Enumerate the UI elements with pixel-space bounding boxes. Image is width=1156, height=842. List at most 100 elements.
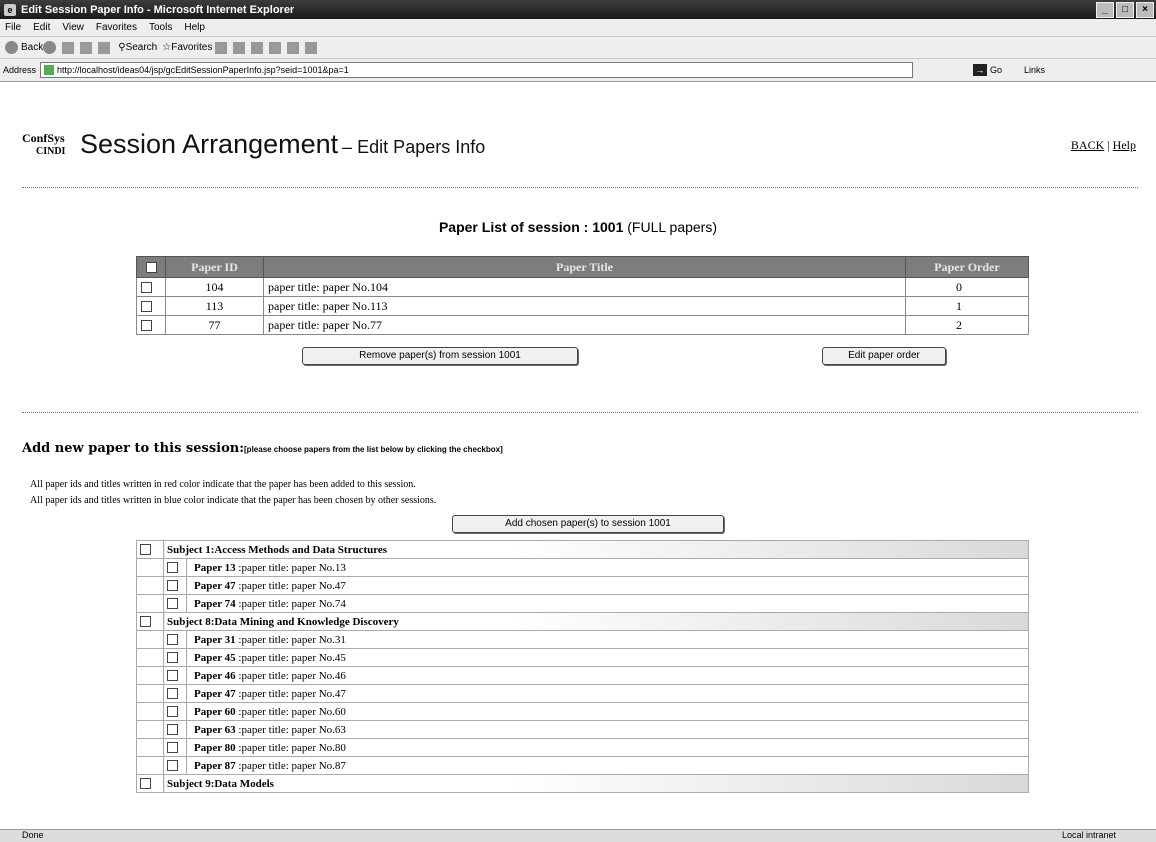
remove-papers-button[interactable]: Remove paper(s) from session 1001 xyxy=(302,347,578,365)
subject-label: Subject 1:Access Methods and Data Struct… xyxy=(167,543,388,556)
help-link[interactable]: Help xyxy=(1113,138,1136,152)
paper-title: :paper title: paper No.74 xyxy=(238,597,346,610)
menu-favorites[interactable]: Favorites xyxy=(96,22,137,33)
paper-row: Paper 80 :paper title: paper No.80 xyxy=(136,738,1029,757)
maximize-button[interactable]: □ xyxy=(1116,2,1134,18)
session-paper-table: Paper ID Paper Title Paper Order 104 pap… xyxy=(136,256,1029,335)
star-icon: ☆ xyxy=(162,42,172,53)
add-paper-note: [please choose papers from the list belo… xyxy=(244,445,503,454)
paper-checkbox[interactable] xyxy=(167,580,178,592)
subject-label: Subject 9:Data Models xyxy=(167,777,274,790)
subject-label: Subject 8:Data Mining and Knowledge Disc… xyxy=(167,615,399,628)
edit-icon[interactable] xyxy=(269,41,282,54)
paper-title: :paper title: paper No.45 xyxy=(238,651,346,664)
paper-title-cell: paper title: paper No.104 xyxy=(263,277,906,297)
address-bar: Address http://localhost/ideas04/jsp/gcE… xyxy=(0,59,1156,82)
select-all-checkbox[interactable] xyxy=(145,262,157,274)
menu-tools[interactable]: Tools xyxy=(149,22,172,33)
legend-blue: All paper ids and titles written in blue… xyxy=(30,495,437,506)
forward-arrow-icon[interactable] xyxy=(43,41,57,54)
paper-row: Paper 74 :paper title: paper No.74 xyxy=(136,594,1029,613)
paper-checkbox[interactable] xyxy=(167,724,178,736)
minimize-button[interactable]: _ xyxy=(1096,2,1114,18)
refresh-icon[interactable] xyxy=(80,41,93,54)
paper-checkbox[interactable] xyxy=(167,598,178,610)
discuss-icon[interactable] xyxy=(287,41,300,54)
row-checkbox[interactable] xyxy=(141,320,152,332)
menu-help[interactable]: Help xyxy=(184,22,205,33)
paper-number: Paper 87 xyxy=(194,759,236,772)
go-arrow-icon: → xyxy=(973,64,988,76)
links-button[interactable]: Links xyxy=(1024,65,1045,75)
menu-bar: File Edit View Favorites Tools Help xyxy=(0,19,1156,37)
paper-row: Paper 46 :paper title: paper No.46 xyxy=(136,666,1029,685)
search-button[interactable]: ⚲ Search xyxy=(118,42,157,53)
confsys-logo: ConfSys CINDI xyxy=(22,131,66,158)
back-link[interactable]: BACK xyxy=(1071,138,1104,152)
paper-checkbox[interactable] xyxy=(167,562,178,574)
address-input[interactable]: http://localhost/ideas04/jsp/gcEditSessi… xyxy=(40,62,914,78)
subject-row: Subject 9:Data Models xyxy=(136,774,1029,793)
col-paper-id[interactable]: Paper ID xyxy=(165,256,264,278)
edit-paper-order-button[interactable]: Edit paper order xyxy=(822,347,946,365)
table-header: Paper ID Paper Title Paper Order xyxy=(136,256,1029,278)
menu-view[interactable]: View xyxy=(62,22,84,33)
paper-number: Paper 13 xyxy=(194,561,236,574)
paper-checkbox[interactable] xyxy=(167,634,178,646)
paper-order-cell: 1 xyxy=(905,296,1029,316)
row-checkbox[interactable] xyxy=(141,282,152,294)
paper-checkbox[interactable] xyxy=(167,760,178,772)
col-paper-order[interactable]: Paper Order xyxy=(905,256,1029,278)
favorites-button[interactable]: ☆ Favorites xyxy=(162,42,212,53)
paper-number: Paper 46 xyxy=(194,669,236,682)
menu-file[interactable]: File xyxy=(5,22,21,33)
paper-number: Paper 60 xyxy=(194,705,236,718)
paper-title-cell: paper title: paper No.77 xyxy=(263,315,906,335)
paper-row: Paper 31 :paper title: paper No.31 xyxy=(136,630,1029,649)
table-row: 77 paper title: paper No.77 2 xyxy=(136,315,1029,335)
home-icon[interactable] xyxy=(98,41,111,54)
subject-paper-list: Subject 1:Access Methods and Data Struct… xyxy=(136,540,1029,793)
go-button[interactable]: → Go xyxy=(973,64,1002,76)
subject-checkbox[interactable] xyxy=(140,616,151,628)
col-paper-title[interactable]: Paper Title xyxy=(263,256,906,278)
paper-row: Paper 13 :paper title: paper No.13 xyxy=(136,558,1029,577)
zone-text: Local intranet xyxy=(1061,830,1116,840)
paper-title: :paper title: paper No.87 xyxy=(238,759,346,772)
paper-checkbox[interactable] xyxy=(167,688,178,700)
row-checkbox[interactable] xyxy=(141,301,152,313)
paper-row: Paper 63 :paper title: paper No.63 xyxy=(136,720,1029,739)
paper-row: Paper 45 :paper title: paper No.45 xyxy=(136,648,1029,667)
address-label: Address xyxy=(3,65,37,75)
session-list-caption: Paper List of session : 1001 (FULL paper… xyxy=(438,219,718,235)
stop-icon[interactable] xyxy=(62,41,75,54)
paper-order-cell: 2 xyxy=(905,315,1029,335)
paper-title-cell: paper title: paper No.113 xyxy=(263,296,906,316)
paper-checkbox[interactable] xyxy=(167,670,178,682)
mail-icon[interactable] xyxy=(233,41,246,54)
paper-id-cell: 77 xyxy=(165,315,264,335)
history-icon[interactable] xyxy=(215,41,228,54)
print-icon[interactable] xyxy=(251,41,264,54)
paper-number: Paper 31 xyxy=(194,633,236,646)
paper-title: :paper title: paper No.46 xyxy=(238,669,346,682)
add-papers-button[interactable]: Add chosen paper(s) to session 1001 xyxy=(452,515,724,533)
top-links: BACK | Help xyxy=(1070,138,1136,152)
select-all-header xyxy=(136,256,166,278)
paper-checkbox[interactable] xyxy=(167,652,178,664)
paper-checkbox[interactable] xyxy=(167,742,178,754)
paper-number: Paper 45 xyxy=(194,651,236,664)
subject-checkbox[interactable] xyxy=(140,778,151,790)
paper-number: Paper 74 xyxy=(194,597,236,610)
paper-row: Paper 47 :paper title: paper No.47 xyxy=(136,684,1029,703)
subject-checkbox[interactable] xyxy=(140,544,151,556)
paper-id-cell: 104 xyxy=(165,277,264,297)
messenger-icon[interactable] xyxy=(305,41,318,54)
menu-edit[interactable]: Edit xyxy=(33,22,50,33)
back-button[interactable]: Back xyxy=(5,41,43,54)
paper-checkbox[interactable] xyxy=(167,706,178,718)
close-button[interactable]: × xyxy=(1136,2,1154,18)
paper-title: :paper title: paper No.47 xyxy=(238,687,346,700)
paper-number: Paper 47 xyxy=(194,687,236,700)
subject-row: Subject 8:Data Mining and Knowledge Disc… xyxy=(136,612,1029,631)
